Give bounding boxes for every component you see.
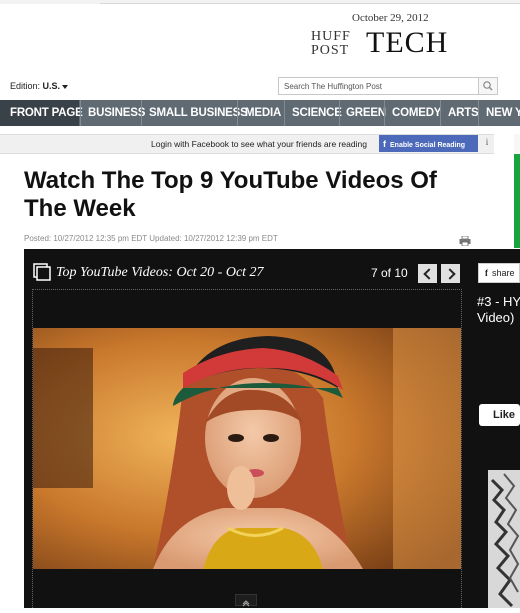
logo-post-text: POST <box>311 43 350 58</box>
prev-slide-button[interactable] <box>418 264 437 283</box>
main-nav: FRONT PAGE BUSINESS SMALL BUSINESS MEDIA… <box>0 100 520 126</box>
print-button[interactable] <box>459 233 471 247</box>
nav-item-front-page[interactable]: FRONT PAGE <box>0 100 83 126</box>
nav-item-new-york[interactable]: NEW Y <box>486 100 520 126</box>
nav-item-arts[interactable]: ARTS <box>448 100 479 126</box>
next-slide-thumbnail[interactable] <box>488 470 520 608</box>
date: October 29, 2012 <box>352 12 429 24</box>
right-rail-ad[interactable] <box>514 154 520 248</box>
search-button[interactable] <box>478 77 498 95</box>
info-icon[interactable]: i <box>482 137 492 151</box>
post-timestamp: Posted: 10/27/2012 12:35 pm EDT Updated:… <box>24 234 278 243</box>
edition-selector[interactable]: Edition: U.S. <box>10 81 69 91</box>
browser-top-strip <box>0 0 520 4</box>
slide-counter: 7 of 10 <box>371 266 408 280</box>
next-slide-button[interactable] <box>441 264 460 283</box>
gallery-icon <box>33 263 51 281</box>
article-headline: Watch The Top 9 YouTube Videos Of The We… <box>24 167 437 222</box>
facebook-icon: f <box>383 139 386 149</box>
nav-item-green[interactable]: GREEN <box>346 100 386 126</box>
collapse-caption-button[interactable] <box>235 594 257 607</box>
right-rail-header <box>514 134 520 154</box>
search-icon <box>483 81 493 91</box>
nav-item-small-business[interactable]: SMALL BUSINESS <box>149 100 248 126</box>
enable-social-reading-label: Enable Social Reading <box>390 142 466 149</box>
slide-caption-line2: Video) <box>477 310 515 325</box>
slideshow-title: Top YouTube Videos: Oct 20 - Oct 27 <box>56 265 264 280</box>
chevron-right-icon <box>444 267 456 280</box>
search-input[interactable]: Search The Huffington Post <box>278 77 479 95</box>
chevron-up-icon <box>242 600 250 607</box>
nav-item-media[interactable]: MEDIA <box>245 100 281 126</box>
edition-label: Edition: <box>10 81 41 91</box>
logo-huff-text: HUFF <box>311 29 351 44</box>
facebook-share-button[interactable]: f share <box>478 263 520 283</box>
section-logo-tech[interactable]: TECH <box>366 28 448 58</box>
slide-caption-line1: #3 - HY <box>477 294 520 309</box>
print-icon <box>459 235 471 247</box>
facebook-icon: f <box>485 268 488 278</box>
nav-item-comedy[interactable]: COMEDY <box>392 100 441 126</box>
edition-value: U.S. <box>42 81 61 91</box>
slide-image[interactable] <box>33 328 461 569</box>
social-prompt: Login with Facebook to see what your fri… <box>151 139 367 149</box>
slide-caption: #3 - HY Video) <box>477 294 520 326</box>
caret-down-icon <box>62 84 69 89</box>
nav-item-business[interactable]: BUSINESS <box>88 100 145 126</box>
chevron-left-icon <box>423 267 435 280</box>
enable-social-reading-button[interactable]: f Enable Social Reading <box>379 135 478 152</box>
nav-item-science[interactable]: SCIENCE <box>292 100 342 126</box>
like-button[interactable]: Like <box>479 404 520 426</box>
share-label: share <box>492 268 515 278</box>
huffpost-logo[interactable]: HUFF POST <box>311 30 351 58</box>
